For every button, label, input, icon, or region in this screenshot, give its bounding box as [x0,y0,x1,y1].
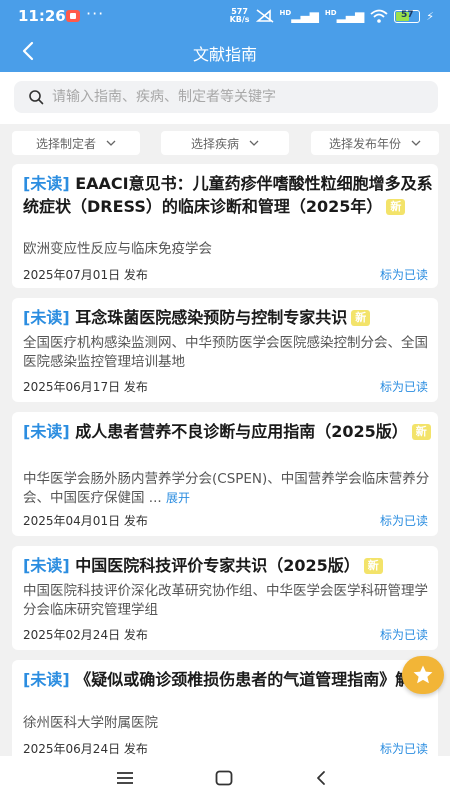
mark-read-button[interactable]: 标为已读 [380,740,428,756]
published-suffix: 发布 [123,268,148,282]
guideline-authors: 欧洲变应性反应与临床免疫学会 [23,241,212,257]
more-notifications-icon: ··· [86,4,105,23]
guideline-title-text: 成人患者营养不良诊断与应用指南（2025版） [75,422,408,441]
signal-1-icon: HD▂▄▆ [279,9,319,23]
new-badge: 新 [363,558,383,574]
status-time: 11:26 [18,7,66,25]
signal-2-label: HD [324,9,337,17]
guideline-card[interactable]: [未读] 耳念珠菌医院感染预防与控制专家共识新 全国医疗机构感染监测网、中华预防… [12,298,438,402]
guideline-title[interactable]: [未读] 耳念珠菌医院感染预防与控制专家共识新 [23,306,433,329]
menu-nav-button[interactable] [113,766,137,790]
signal-2-icon: HD▂▄▆ [324,9,365,23]
mark-read-button[interactable]: 标为已读 [380,512,428,529]
guideline-title-text: 耳念珠菌医院感染预防与控制专家共识 [75,308,348,327]
search-section [0,72,450,124]
new-badge: 新 [386,199,406,215]
top-bar: 11:26 ··· 577 KB/s HD▂▄▆ HD▂▄▆ 57 ⚡ 文献指南 [0,0,450,72]
search-input[interactable] [52,81,422,113]
guideline-card[interactable]: [未读] EAACI意见书：儿童药疹伴嗜酸性粒细胞增多及系统症状（DRESS）的… [12,164,438,288]
filter-year-label: 选择发布年份 [328,136,401,151]
filter-issuer-label: 选择制定者 [35,136,96,151]
guideline-authors: 徐州医科大学附属医院 [23,715,158,731]
chevron-down-icon [249,140,259,146]
battery-icon: 57 [394,9,421,23]
back-nav-button[interactable] [309,766,333,790]
page-title: 文献指南 [192,45,257,64]
mark-read-button[interactable]: 标为已读 [380,266,428,283]
charging-icon: ⚡ [426,9,434,23]
guideline-date-value: 2025年04月01日 [23,514,121,528]
guideline-authors: 全国医疗机构感染监测网、中华预防医学会医院感染控制分会、全国医院感染监控管理培训… [23,335,428,370]
guideline-title[interactable]: [未读] EAACI意见书：儿童药疹伴嗜酸性粒细胞增多及系统症状（DRESS）的… [23,172,433,218]
published-suffix: 发布 [123,742,148,756]
guideline-list: [未读] EAACI意见书：儿童药疹伴嗜酸性粒细胞增多及系统症状（DRESS）的… [0,160,450,756]
mark-read-button[interactable]: 标为已读 [380,626,428,643]
home-nav-button[interactable] [212,766,236,790]
header: 文献指南 [0,32,450,72]
unread-tag: [未读] [23,174,70,193]
status-indicators: 577 KB/s HD▂▄▆ HD▂▄▆ 57 ⚡ [230,7,434,25]
guideline-date: 2025年04月01日 发布 [23,512,148,529]
guideline-date-value: 2025年06月17日 [23,380,121,394]
battery-level: 57 [401,9,414,20]
published-suffix: 发布 [123,628,148,642]
chevron-down-icon [106,140,116,146]
filter-year[interactable]: 选择发布年份 [311,131,439,155]
guideline-date: 2025年02月24日 发布 [23,626,148,643]
home-icon [215,770,233,786]
guideline-title[interactable]: [未读] 成人患者营养不良诊断与应用指南（2025版）新 [23,420,433,443]
no-sim-icon [255,9,274,23]
guideline-date: 2025年07月01日 发布 [23,266,148,283]
guideline-title[interactable]: [未读] 《疑似或确诊颈椎损伤患者的气道管理指南》解读 [23,668,433,691]
guideline-authors-text: 中华医学会肠外肠内营养学分会(CSPEN)、中国营养学会临床营养分会、中国医疗保… [23,471,430,506]
unread-tag: [未读] [23,556,70,575]
guideline-date-value: 2025年07月01日 [23,268,121,282]
search-box[interactable] [14,81,438,113]
filter-bar: 选择制定者 选择疾病 选择发布年份 [0,124,450,160]
status-bar: 11:26 ··· 577 KB/s HD▂▄▆ HD▂▄▆ 57 ⚡ [0,0,450,32]
new-badge: 新 [411,424,431,440]
unread-tag: [未读] [23,422,70,441]
filter-disease[interactable]: 选择疾病 [161,131,289,155]
guideline-date-value: 2025年02月24日 [23,628,121,642]
network-speed-unit: KB/s [229,15,250,24]
star-icon [413,665,433,684]
guideline-date: 2025年06月17日 发布 [23,378,148,395]
search-icon [29,90,44,105]
system-nav-bar [0,756,450,800]
mark-read-button[interactable]: 标为已读 [380,378,428,395]
guideline-title-text: EAACI意见书：儿童药疹伴嗜酸性粒细胞增多及系统症状（DRESS）的临床诊断和… [23,174,433,216]
published-suffix: 发布 [123,380,148,394]
guideline-authors: 中华医学会肠外肠内营养学分会(CSPEN)、中国营养学会临床营养分会、中国医疗保… [23,470,433,508]
menu-icon [117,772,133,784]
wifi-icon [370,9,388,23]
network-speed: 577 KB/s [230,8,250,24]
guideline-card[interactable]: [未读] 《疑似或确诊颈椎损伤患者的气道管理指南》解读 徐州医科大学附属医院 2… [12,660,438,756]
signal-1-label: HD [279,9,292,17]
guideline-title[interactable]: [未读] 中国医院科技评价专家共识（2025版）新 [23,554,433,577]
guideline-title-text: 《疑似或确诊颈椎损伤患者的气道管理指南》解读 [75,670,428,689]
screen-record-icon [66,10,80,22]
filter-issuer[interactable]: 选择制定者 [12,131,140,155]
back-icon [317,771,325,785]
chevron-down-icon [411,140,421,146]
guideline-title-text: 中国医院科技评价专家共识（2025版） [75,556,360,575]
guideline-card[interactable]: [未读] 中国医院科技评价专家共识（2025版）新 中国医院科技评价深化改革研究… [12,546,438,650]
published-suffix: 发布 [123,514,148,528]
guideline-date: 2025年06月24日 发布 [23,740,148,756]
guideline-card[interactable]: [未读] 成人患者营养不良诊断与应用指南（2025版）新 中华医学会肠外肠内营养… [12,412,438,536]
unread-tag: [未读] [23,308,70,327]
favorite-fab[interactable] [402,656,444,694]
unread-tag: [未读] [23,670,70,689]
guideline-authors: 中国医院科技评价深化改革研究协作组、中华医学会医学科研管理学分会临床研究管理学组 [23,583,428,618]
guideline-date-value: 2025年06月24日 [23,742,121,756]
expand-link[interactable]: 展开 [166,491,190,505]
filter-disease-label: 选择疾病 [190,136,239,151]
new-badge: 新 [351,310,371,326]
